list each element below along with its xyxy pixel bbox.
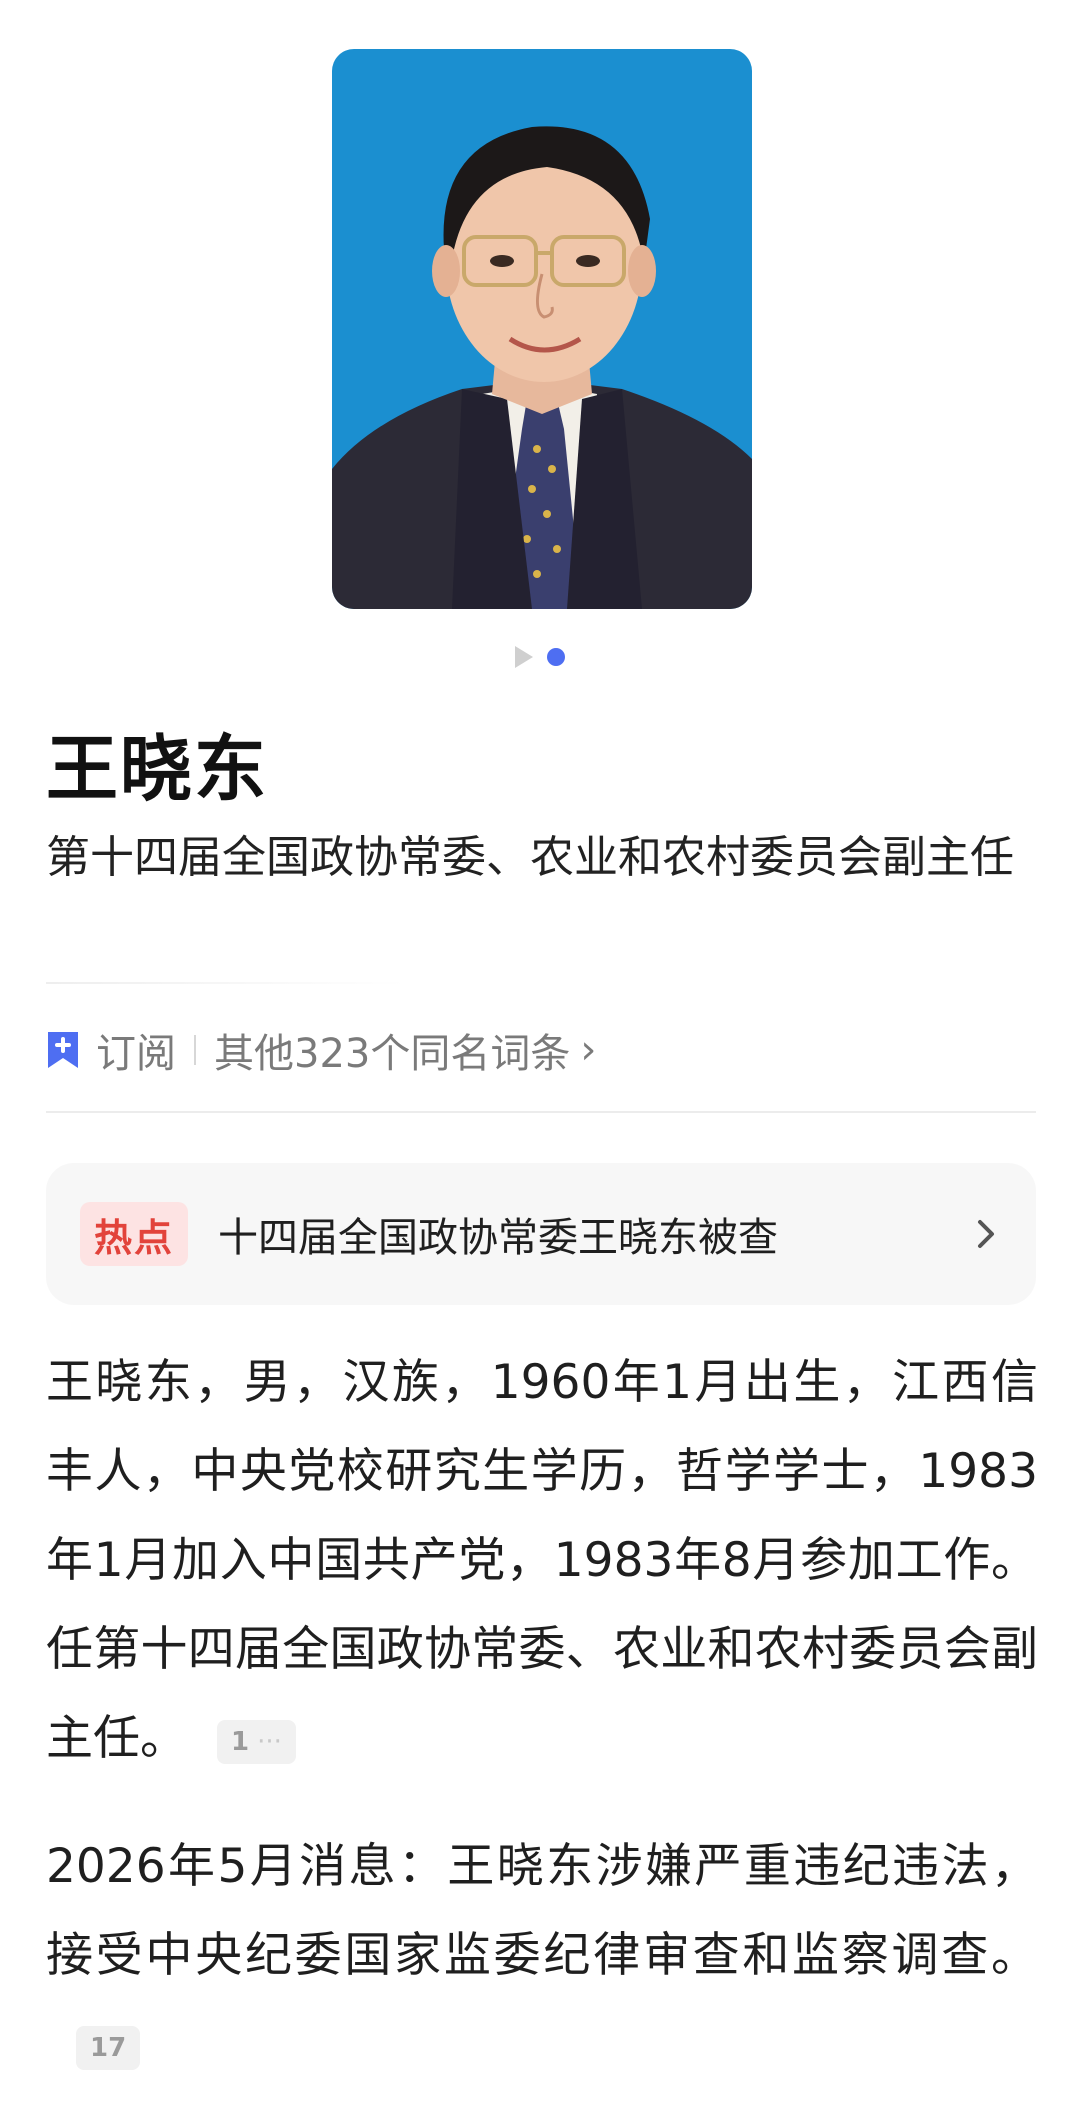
entry-actions: 订阅 其他323个同名词条 ›: [46, 1020, 596, 1080]
chevron-right-icon[interactable]: [966, 1214, 1006, 1254]
entry-description: 第十四届全国政协常委、农业和农村委员会副主任: [46, 832, 1014, 883]
hot-badge: 热点: [80, 1202, 188, 1266]
hot-headline[interactable]: 十四届全国政协常委王晓东被查: [218, 1205, 966, 1263]
hot-news-card[interactable]: 热点 十四届全国政协常委王晓东被查: [46, 1163, 1036, 1305]
summary-paragraph: 王晓东，男，汉族，1960年1月出生，江西信丰人，中央党校研究生学历，哲学学士，…: [46, 1338, 1038, 1783]
reference-badge[interactable]: 1 ···: [217, 1719, 296, 1764]
divider: [46, 1111, 1036, 1113]
news-paragraph: 2026年5月消息：王晓东涉嫌严重违纪违法，接受中央纪委国家监委纪律审查和监察调…: [46, 1822, 1038, 2089]
reference-badge[interactable]: 17: [76, 2025, 141, 2070]
reference-more: ···: [257, 1726, 282, 1757]
same-name-entries-link[interactable]: 其他323个同名词条: [214, 1021, 570, 1079]
carousel-indicator[interactable]: [0, 646, 1080, 668]
play-icon[interactable]: [515, 646, 533, 668]
portrait-image: [332, 49, 752, 609]
portrait-photo[interactable]: [332, 49, 752, 609]
chevron-right-icon[interactable]: ›: [580, 1027, 596, 1073]
bookmark-plus-icon[interactable]: [46, 1030, 80, 1070]
separator: [194, 1035, 196, 1065]
subscribe-button[interactable]: 订阅: [96, 1021, 176, 1079]
entry-title: 王晓东: [46, 727, 269, 811]
summary-text: 王晓东，男，汉族，1960年1月出生，江西信丰人，中央党校研究生学历，哲学学士，…: [46, 1355, 1038, 1766]
divider: [46, 982, 406, 984]
reference-number: 1: [231, 1726, 250, 1757]
news-text: 2026年5月消息：王晓东涉嫌严重违纪违法，接受中央纪委国家监委纪律审查和监察调…: [46, 1839, 1038, 1983]
carousel-dot-active[interactable]: [547, 648, 565, 666]
